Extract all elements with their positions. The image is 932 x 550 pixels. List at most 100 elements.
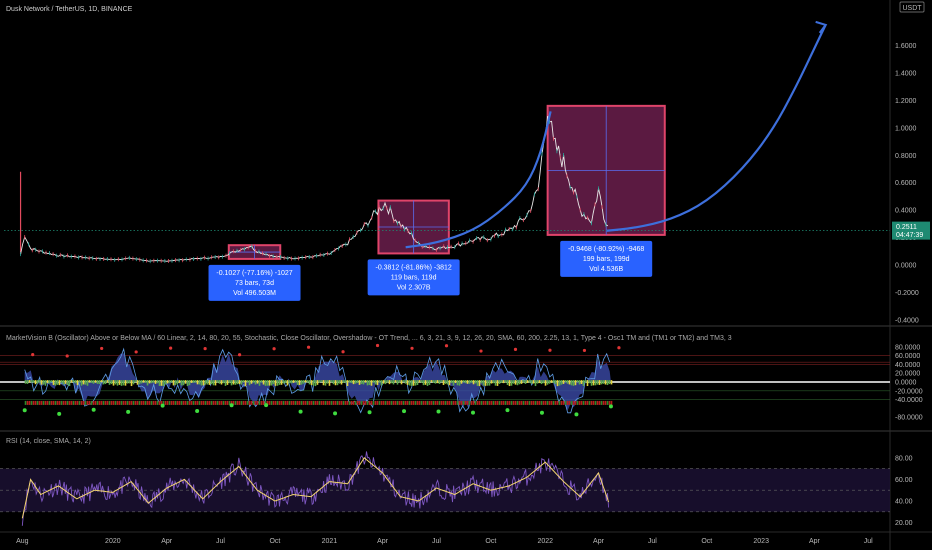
oscillator-histogram-bar: [314, 400, 317, 405]
oscillator-histogram-bar: [262, 400, 265, 405]
oscillator-histogram-bar: [514, 400, 517, 405]
oscillator-zero-bar: [226, 380, 229, 385]
oscillator-histogram-bar: [194, 400, 197, 405]
oscillator-zero-bar: [258, 380, 261, 386]
oscillator-zero-bar: [480, 380, 483, 384]
oscillator-histogram-bar: [454, 400, 457, 405]
oscillator-histogram-bar: [112, 400, 115, 405]
oscillator-zero-bar: [420, 380, 423, 383]
oscillator-histogram-bar: [482, 400, 485, 405]
time-tick-label[interactable]: Apr: [809, 538, 821, 545]
oscillator-zero-bar: [550, 380, 553, 383]
oscillator-zero-bar: [556, 380, 559, 387]
oscillator-zero-bar: [158, 380, 161, 386]
oscillator-zero-bar: [42, 380, 45, 385]
oscillator-zero-bar: [510, 380, 513, 386]
time-tick-label[interactable]: Apr: [593, 538, 605, 545]
oscillator-histogram-bar: [564, 400, 567, 405]
oscillator-histogram-bar: [82, 400, 85, 405]
time-tick-label[interactable]: Jul: [216, 538, 225, 545]
oscillator-zero-bar: [554, 380, 557, 385]
oscillator-zero-bar: [466, 380, 469, 384]
time-tick-label[interactable]: 2023: [753, 538, 769, 545]
oscillator-zero-bar: [578, 380, 581, 385]
oscillator-zero-bar: [150, 380, 153, 384]
oscillator-histogram-bar: [124, 400, 127, 405]
oscillator-zero-bar: [246, 380, 249, 383]
time-tick-label[interactable]: Oct: [485, 538, 496, 545]
oscillator-histogram-bar: [72, 400, 75, 405]
oscillator-histogram-bar: [584, 400, 587, 405]
oscillator-histogram-bar: [122, 400, 125, 405]
oscillator-zero-bar: [164, 380, 167, 385]
time-tick-label[interactable]: Aug: [16, 538, 29, 545]
price-tick-label: -0.2000: [895, 290, 919, 297]
oscillator-zero-bar: [568, 380, 571, 385]
oscillator-zero-bar: [508, 380, 511, 387]
oscillator-zero-bar: [576, 380, 579, 383]
oscillator-zero-bar: [426, 380, 429, 386]
oscillator-zero-bar: [542, 380, 545, 384]
oscillator-histogram-bar: [574, 400, 577, 405]
currency-badge[interactable]: USDT: [902, 5, 922, 12]
oscillator-sell-dot: [444, 344, 449, 348]
oscillator-zero-bar: [312, 380, 315, 386]
time-tick-label[interactable]: Jul: [432, 538, 441, 545]
time-tick-label[interactable]: 2022: [537, 538, 553, 545]
oscillator-histogram-bar: [478, 400, 481, 405]
oscillator-histogram-bar: [566, 400, 569, 405]
oscillator-zero-bar: [182, 380, 185, 386]
oscillator-zero-bar: [378, 380, 381, 383]
oscillator-zero-bar: [278, 380, 281, 385]
oscillator-histogram-bar: [250, 400, 253, 405]
oscillator-histogram-bar: [326, 400, 329, 405]
oscillator-histogram-bar: [312, 400, 315, 405]
oscillator-zero-bar: [206, 380, 209, 385]
oscillator-zero-bar: [424, 380, 427, 385]
oscillator-histogram-bar: [176, 400, 179, 405]
oscillator-buy-dot: [298, 409, 303, 414]
time-tick-label[interactable]: Apr: [161, 538, 173, 545]
oscillator-zero-bar: [434, 380, 437, 384]
oscillator-histogram-bar: [70, 400, 73, 405]
oscillator-zero-bar: [580, 380, 583, 384]
time-tick-label[interactable]: Jul: [864, 538, 873, 545]
oscillator-zero-bar: [228, 380, 231, 384]
time-tick-label[interactable]: Oct: [269, 538, 280, 545]
oscillator-zero-bar: [338, 380, 341, 384]
oscillator-sell-dot: [410, 346, 414, 350]
oscillator-histogram-bar: [86, 400, 89, 405]
time-tick-label[interactable]: 2020: [105, 538, 121, 545]
oscillator-sell-dot: [341, 350, 345, 354]
oscillator-zero-bar: [276, 380, 279, 386]
oscillator-zero-bar: [504, 380, 507, 383]
oscillator-tick-label: -20.0000: [895, 388, 923, 395]
oscillator-zero-bar: [370, 380, 373, 386]
oscillator-histogram-bar: [36, 400, 39, 405]
time-tick-label[interactable]: 2021: [322, 538, 338, 545]
oscillator-zero-bar: [322, 380, 325, 386]
oscillator-zero-bar: [56, 380, 59, 385]
oscillator-zero-bar: [310, 380, 313, 386]
time-tick-label[interactable]: Oct: [701, 538, 712, 545]
time-tick-label[interactable]: Apr: [377, 538, 389, 545]
oscillator-histogram-bar: [448, 400, 451, 405]
oscillator-zero-bar: [566, 380, 569, 384]
oscillator-histogram-bar: [198, 400, 201, 405]
oscillator-histogram-bar: [396, 400, 399, 405]
oscillator-histogram-bar: [318, 400, 321, 405]
oscillator-zero-bar: [212, 380, 215, 386]
oscillator-zero-bar: [328, 380, 331, 386]
oscillator-zero-bar: [40, 380, 43, 385]
oscillator-zero-bar: [46, 380, 49, 384]
oscillator-zero-bar: [52, 380, 55, 385]
oscillator-zero-bar: [178, 380, 181, 383]
oscillator-sell-dot: [375, 343, 380, 348]
oscillator-histogram-bar: [558, 400, 561, 405]
oscillator-buy-dot: [195, 408, 200, 413]
oscillator-histogram-bar: [434, 400, 437, 405]
oscillator-histogram-bar: [138, 400, 141, 405]
oscillator-histogram-bar: [484, 400, 487, 405]
time-tick-label[interactable]: Jul: [648, 538, 657, 545]
oscillator-zero-bar: [472, 380, 475, 385]
